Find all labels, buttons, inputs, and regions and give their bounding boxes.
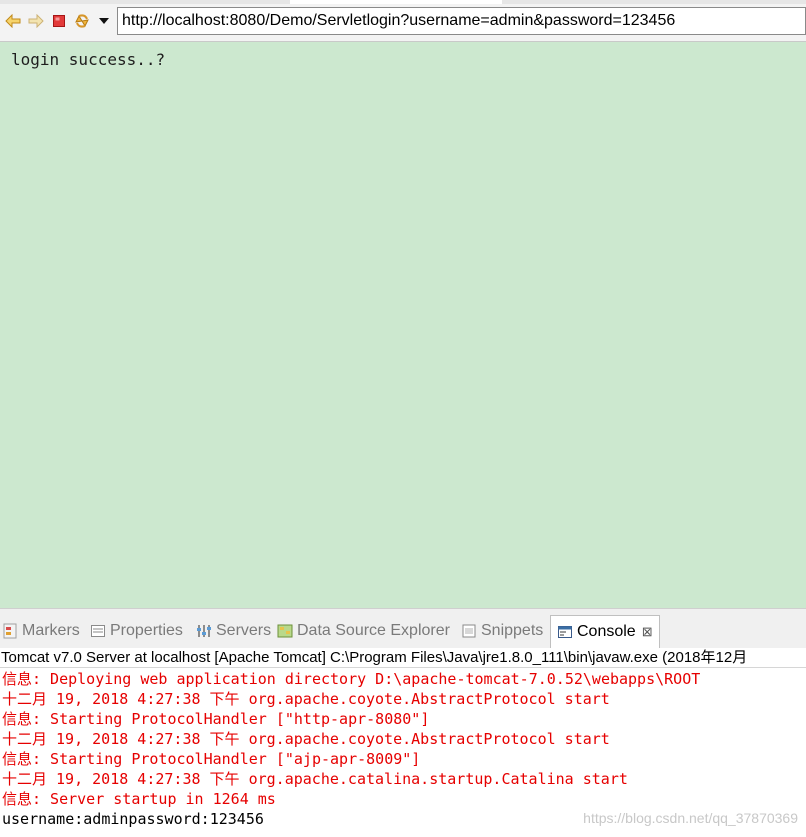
tab-console[interactable]: Console ⊠	[550, 615, 660, 648]
stop-icon[interactable]	[50, 12, 68, 30]
tab-label: Snippets	[481, 622, 544, 639]
login-message: login success..?	[11, 50, 166, 69]
servers-icon	[196, 623, 212, 639]
snippets-icon	[461, 623, 477, 639]
tab-label: Console	[577, 623, 636, 640]
tab-label: Data Source Explorer	[297, 622, 450, 639]
browser-toolbar	[0, 0, 806, 42]
console-line: 十二月 19, 2018 4:27:38 下午 org.apache.coyot…	[2, 690, 610, 708]
console-line: 信息: Starting ProtocolHandler ["ajp-apr-8…	[2, 750, 421, 768]
refresh-icon[interactable]	[73, 12, 91, 30]
close-icon[interactable]: ⊠	[642, 624, 653, 640]
console-line: 信息: Starting ProtocolHandler ["http-apr-…	[2, 710, 430, 728]
dropdown-arrow-icon[interactable]	[95, 12, 113, 30]
tab-data-source-explorer[interactable]: Data Source Explorer	[277, 617, 450, 645]
watermark: https://blog.csdn.net/qq_37870369	[583, 810, 798, 826]
tab-properties[interactable]: Properties	[90, 617, 183, 645]
toolbar-top-strip	[0, 0, 806, 4]
console-process-title: Tomcat v7.0 Server at localhost [Apache …	[0, 648, 806, 668]
markers-icon	[2, 623, 18, 639]
url-input[interactable]	[117, 7, 806, 35]
back-arrow-icon[interactable]	[4, 12, 22, 30]
console-line: 信息: Deploying web application directory …	[2, 670, 701, 688]
views-tab-bar: Markers Properties Servers Data Source E…	[0, 608, 806, 648]
tab-markers[interactable]: Markers	[2, 617, 80, 645]
tab-snippets[interactable]: Snippets	[461, 617, 543, 645]
tab-label: Properties	[110, 622, 183, 639]
properties-icon	[90, 623, 106, 639]
console-line: username:adminpassword:123456	[2, 810, 264, 828]
console-line: 信息: Server startup in 1264 ms	[2, 790, 276, 808]
forward-arrow-icon[interactable]	[27, 12, 45, 30]
console-line: 十二月 19, 2018 4:27:38 下午 org.apache.catal…	[2, 770, 628, 788]
tab-label: Markers	[22, 622, 80, 639]
console-icon	[557, 624, 573, 640]
editor-tab-edge	[290, 0, 502, 4]
page-viewport: login success..?	[0, 42, 806, 608]
data-source-icon	[277, 623, 293, 639]
console-line: 十二月 19, 2018 4:27:38 下午 org.apache.coyot…	[2, 730, 610, 748]
tab-servers[interactable]: Servers	[196, 617, 271, 645]
tab-label: Servers	[216, 622, 272, 639]
